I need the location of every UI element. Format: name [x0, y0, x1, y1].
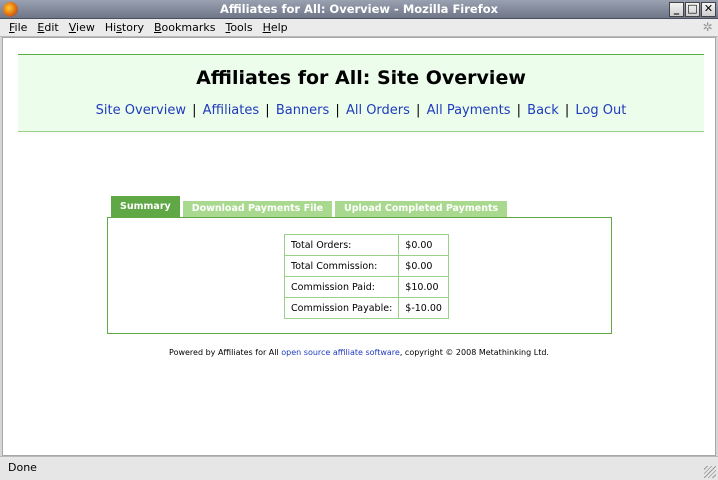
table-row: Commission Payable: $-10.00: [283, 297, 449, 319]
summary-value: $10.00: [398, 276, 449, 298]
nav-link-log-out[interactable]: Log Out: [575, 103, 626, 118]
menu-edit[interactable]: Edit: [32, 21, 63, 34]
nav-link-banners[interactable]: Banners: [276, 103, 329, 118]
nav-link-site-overview[interactable]: Site Overview: [96, 103, 186, 118]
nav-separator: |: [261, 103, 274, 118]
page-footer: Powered by Affiliates for All open sourc…: [3, 348, 715, 357]
menu-bookmarks[interactable]: Bookmarks: [149, 21, 220, 34]
table-row: Total Orders: $0.00: [283, 234, 449, 256]
summary-label: Commission Paid:: [283, 276, 400, 298]
nav-separator: |: [411, 103, 425, 118]
minimize-button[interactable]: _: [669, 2, 684, 17]
menu-bar: File Edit View History Bookmarks Tools Help ✲: [0, 19, 718, 37]
menu-help[interactable]: Help: [258, 21, 293, 34]
window-titlebar: Affiliates for All: Overview - Mozilla F…: [0, 0, 718, 19]
nav-link-all-orders[interactable]: All Orders: [346, 103, 410, 118]
page-header: Affiliates for All: Site Overview Site O…: [18, 54, 704, 132]
nav-separator: |: [187, 103, 201, 118]
summary-value: $0.00: [398, 234, 449, 256]
window-controls: _ □ ✕: [669, 2, 716, 17]
menu-view[interactable]: View: [64, 21, 100, 34]
tab-upload-completed-payments[interactable]: Upload Completed Payments: [335, 201, 508, 217]
nav-separator: |: [560, 103, 574, 118]
summary-label: Commission Payable:: [283, 297, 400, 319]
close-button[interactable]: ✕: [701, 2, 716, 17]
nav-link-back[interactable]: Back: [527, 103, 559, 118]
throbber-icon: ✲: [702, 20, 713, 34]
status-text: Done: [8, 461, 37, 474]
site-nav: Site Overview | Affiliates | Banners | A…: [18, 103, 704, 118]
page-title: Affiliates for All: Site Overview: [196, 67, 526, 89]
table-row: Commission Paid: $10.00: [283, 276, 449, 298]
menu-items: File Edit View History Bookmarks Tools Help: [4, 21, 293, 34]
nav-separator: |: [512, 103, 526, 118]
footer-link[interactable]: open source affiliate software: [281, 348, 400, 357]
summary-label: Total Orders:: [283, 234, 400, 256]
maximize-button[interactable]: □: [685, 2, 700, 17]
summary-value: $-10.00: [398, 297, 449, 319]
menu-history[interactable]: History: [100, 21, 149, 34]
nav-link-all-payments[interactable]: All Payments: [427, 103, 511, 118]
page-viewport: Affiliates for All: Site Overview Site O…: [2, 37, 716, 456]
summary-label: Total Commission:: [283, 255, 400, 277]
window-title: Affiliates for All: Overview - Mozilla F…: [219, 2, 499, 16]
summary-panel: Total Orders: $0.00 Total Commission: $0.00…: [107, 217, 612, 334]
tab-summary[interactable]: Summary: [111, 196, 180, 217]
footer-suffix: , copyright © 2008 Metathinking Ltd.: [399, 348, 549, 357]
footer-prefix: Powered by Affiliates for All: [169, 348, 282, 357]
nav-link-affiliates[interactable]: Affiliates: [203, 103, 260, 118]
tab-download-payments-file[interactable]: Download Payments File: [182, 201, 333, 217]
status-bar: Done: [0, 456, 718, 480]
menu-file[interactable]: File: [4, 21, 32, 34]
table-row: Total Commission: $0.00: [283, 255, 449, 277]
resize-grip-icon[interactable]: [704, 466, 716, 478]
menu-tools[interactable]: Tools: [220, 21, 257, 34]
tab-bar: Summary Download Payments File Upload Comp…: [111, 196, 510, 217]
summary-value: $0.00: [398, 255, 449, 277]
nav-separator: |: [331, 103, 344, 118]
summary-table: Total Orders: $0.00 Total Commission: $0.00…: [283, 234, 449, 319]
